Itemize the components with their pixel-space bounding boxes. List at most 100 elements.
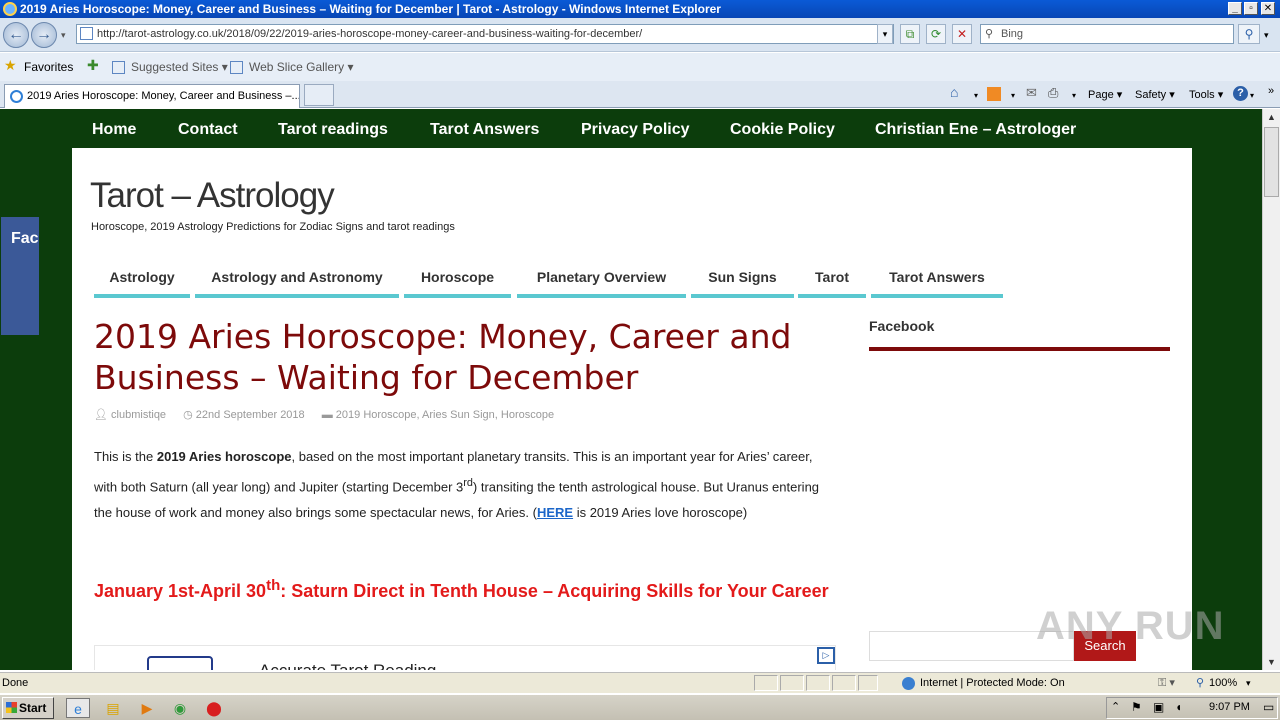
web-slice-icon	[230, 61, 243, 74]
category-horoscope[interactable]: Horoscope	[404, 269, 511, 298]
mail-icon[interactable]: ✉	[1026, 85, 1037, 101]
category-planetary-overview[interactable]: Planetary Overview	[517, 269, 686, 298]
search-placeholder: Bing	[1001, 28, 1024, 40]
page-viewport: Home Contact Tarot readings Tarot Answer…	[0, 109, 1262, 670]
globe-icon	[902, 677, 915, 690]
feeds-dropdown-icon[interactable]: ▾	[1011, 91, 1015, 100]
post-intro: This is the 2019 Aries horoscope, based …	[94, 444, 836, 526]
ad-title[interactable]: Accurate Tarot Reading	[259, 661, 436, 670]
minimize-button[interactable]: _	[1228, 2, 1242, 15]
suggested-sites-link[interactable]: Suggested Sites ▾	[131, 60, 228, 74]
post-author[interactable]: clubmistiqe	[111, 409, 166, 421]
print-dropdown-icon[interactable]: ▾	[1072, 91, 1076, 100]
taskbar: Start e ▤ ▶ ◉ ⬤ ⌃ ⚑ ▣ ◖ ▭ 9:07 PM	[0, 694, 1280, 720]
home-icon[interactable]: ⌂	[950, 84, 958, 100]
compatibility-icon[interactable]: ⧉	[900, 24, 920, 44]
home-dropdown-icon[interactable]: ▾	[974, 91, 978, 100]
taskbar-media-icon[interactable]: ▶	[135, 698, 159, 718]
search-box[interactable]: ⚲ Bing	[980, 24, 1234, 44]
category-sun-signs[interactable]: Sun Signs	[691, 269, 794, 298]
scroll-down-icon[interactable]: ▼	[1264, 654, 1279, 670]
print-icon[interactable]: ⎙	[1048, 85, 1058, 101]
nav-home[interactable]: Home	[92, 121, 136, 139]
flag-icon[interactable]: ⚑	[1131, 700, 1142, 714]
category-tarot-answers[interactable]: Tarot Answers	[871, 269, 1003, 298]
nav-tarot-answers[interactable]: Tarot Answers	[430, 121, 539, 139]
anyrun-watermark: ANY RUN	[1036, 604, 1225, 648]
new-tab-button[interactable]	[304, 84, 334, 106]
search-go-icon[interactable]: ⚲	[1238, 24, 1260, 44]
page-menu[interactable]: Page ▾	[1088, 88, 1122, 101]
forward-button[interactable]: →	[31, 22, 57, 48]
post-title: 2019 Aries Horoscope: Money, Career and …	[94, 317, 792, 397]
stop-icon[interactable]: ✕	[952, 24, 972, 44]
address-dropdown-icon[interactable]: ▾	[877, 24, 893, 44]
tray-expand-icon[interactable]: ⌃	[1111, 700, 1120, 713]
post-tags[interactable]: 2019 Horoscope, Aries Sun Sign, Horoscop…	[336, 409, 554, 421]
nav-privacy-policy[interactable]: Privacy Policy	[581, 121, 690, 139]
help-dropdown-icon[interactable]: ▾	[1250, 91, 1254, 100]
site-tagline: Horoscope, 2019 Astrology Predictions fo…	[91, 221, 455, 233]
web-slice-link[interactable]: Web Slice Gallery ▾	[249, 60, 354, 74]
intro-part-4: is 2019 Aries love horoscope)	[573, 505, 748, 521]
taskbar-ie-icon[interactable]: e	[66, 698, 90, 718]
zoom-dropdown-icon[interactable]: ▾	[1246, 673, 1251, 693]
add-favorites-icon[interactable]: ✚	[87, 57, 99, 74]
tab-row: 2019 Aries Horoscope: Money, Career and …	[0, 81, 1280, 108]
category-astrology-astronomy[interactable]: Astrology and Astronomy	[195, 269, 399, 298]
sidebar-facebook-heading: Facebook	[869, 318, 935, 334]
nav-christian-ene[interactable]: Christian Ene – Astrologer	[875, 121, 1076, 139]
status-segment	[806, 675, 830, 691]
window-title: 2019 Aries Horoscope: Money, Career and …	[20, 2, 721, 16]
zoom-level[interactable]: 100%	[1209, 673, 1237, 693]
help-icon[interactable]: ?	[1233, 86, 1248, 101]
tab-ie-icon	[10, 90, 23, 103]
protected-mode-icon[interactable]: ⚿ ▾	[1158, 673, 1175, 693]
favorites-button[interactable]: Favorites	[24, 60, 73, 74]
taskbar-explorer-icon[interactable]: ▤	[101, 698, 125, 718]
clock[interactable]: 9:07 PM	[1209, 701, 1250, 713]
post-date: 22nd September 2018	[195, 409, 305, 421]
status-text: Done	[2, 677, 29, 689]
status-segment	[832, 675, 856, 691]
chevron-more-icon[interactable]: »	[1268, 85, 1274, 97]
safety-menu[interactable]: Safety ▾	[1135, 88, 1175, 101]
scroll-up-icon[interactable]: ▲	[1264, 109, 1279, 125]
tab-active[interactable]: 2019 Aries Horoscope: Money, Career and …	[4, 84, 300, 108]
tools-menu[interactable]: Tools ▾	[1189, 88, 1223, 101]
site-title[interactable]: Tarot – Astrology	[90, 176, 335, 216]
close-button[interactable]: ✕	[1261, 2, 1275, 15]
heading-part-2: : Saturn Direct in Tenth House – Acquiri…	[280, 581, 829, 601]
network-icon[interactable]: ▣	[1153, 700, 1164, 714]
suggested-sites-icon	[112, 61, 125, 74]
vertical-scrollbar[interactable]: ▲ ▼	[1262, 109, 1280, 670]
start-button[interactable]: Start	[2, 697, 54, 719]
taskbar-chrome-icon[interactable]: ◉	[168, 698, 192, 718]
show-desktop-icon[interactable]: ▭	[1263, 700, 1274, 714]
taskbar-app-icon[interactable]: ⬤	[202, 698, 226, 718]
nav-cookie-policy[interactable]: Cookie Policy	[730, 121, 835, 139]
scroll-thumb[interactable]	[1264, 127, 1279, 197]
ad-image	[147, 656, 213, 670]
refresh-icon[interactable]: ⟳	[926, 24, 946, 44]
category-tarot[interactable]: Tarot	[798, 269, 866, 298]
love-horoscope-link[interactable]: HERE	[537, 505, 573, 520]
status-segment	[754, 675, 778, 691]
category-astrology[interactable]: Astrology	[94, 269, 190, 298]
maximize-button[interactable]: ▫	[1244, 2, 1258, 15]
address-toolbar: ← → ▾ http://tarot-astrology.co.uk/2018/…	[0, 18, 1280, 52]
zone-text[interactable]: Internet | Protected Mode: On	[920, 673, 1065, 693]
feeds-icon[interactable]	[987, 87, 1001, 101]
nav-contact[interactable]: Contact	[178, 121, 238, 139]
intro-part-1: This is the	[94, 449, 157, 464]
zoom-icon[interactable]: ⚲	[1196, 673, 1204, 693]
adchoices-icon[interactable]: ▷	[817, 647, 835, 664]
volume-icon[interactable]: ◖	[1175, 700, 1182, 714]
history-dropdown-icon[interactable]: ▾	[61, 30, 66, 41]
back-button[interactable]: ←	[3, 22, 29, 48]
address-bar[interactable]: http://tarot-astrology.co.uk/2018/09/22/…	[76, 24, 894, 44]
ad-box[interactable]: Accurate Tarot Reading ▷	[94, 645, 836, 670]
facebook-side-tab[interactable]: Facebo	[1, 217, 39, 335]
search-options-icon[interactable]: ▾	[1264, 30, 1269, 41]
nav-tarot-readings[interactable]: Tarot readings	[278, 121, 388, 139]
